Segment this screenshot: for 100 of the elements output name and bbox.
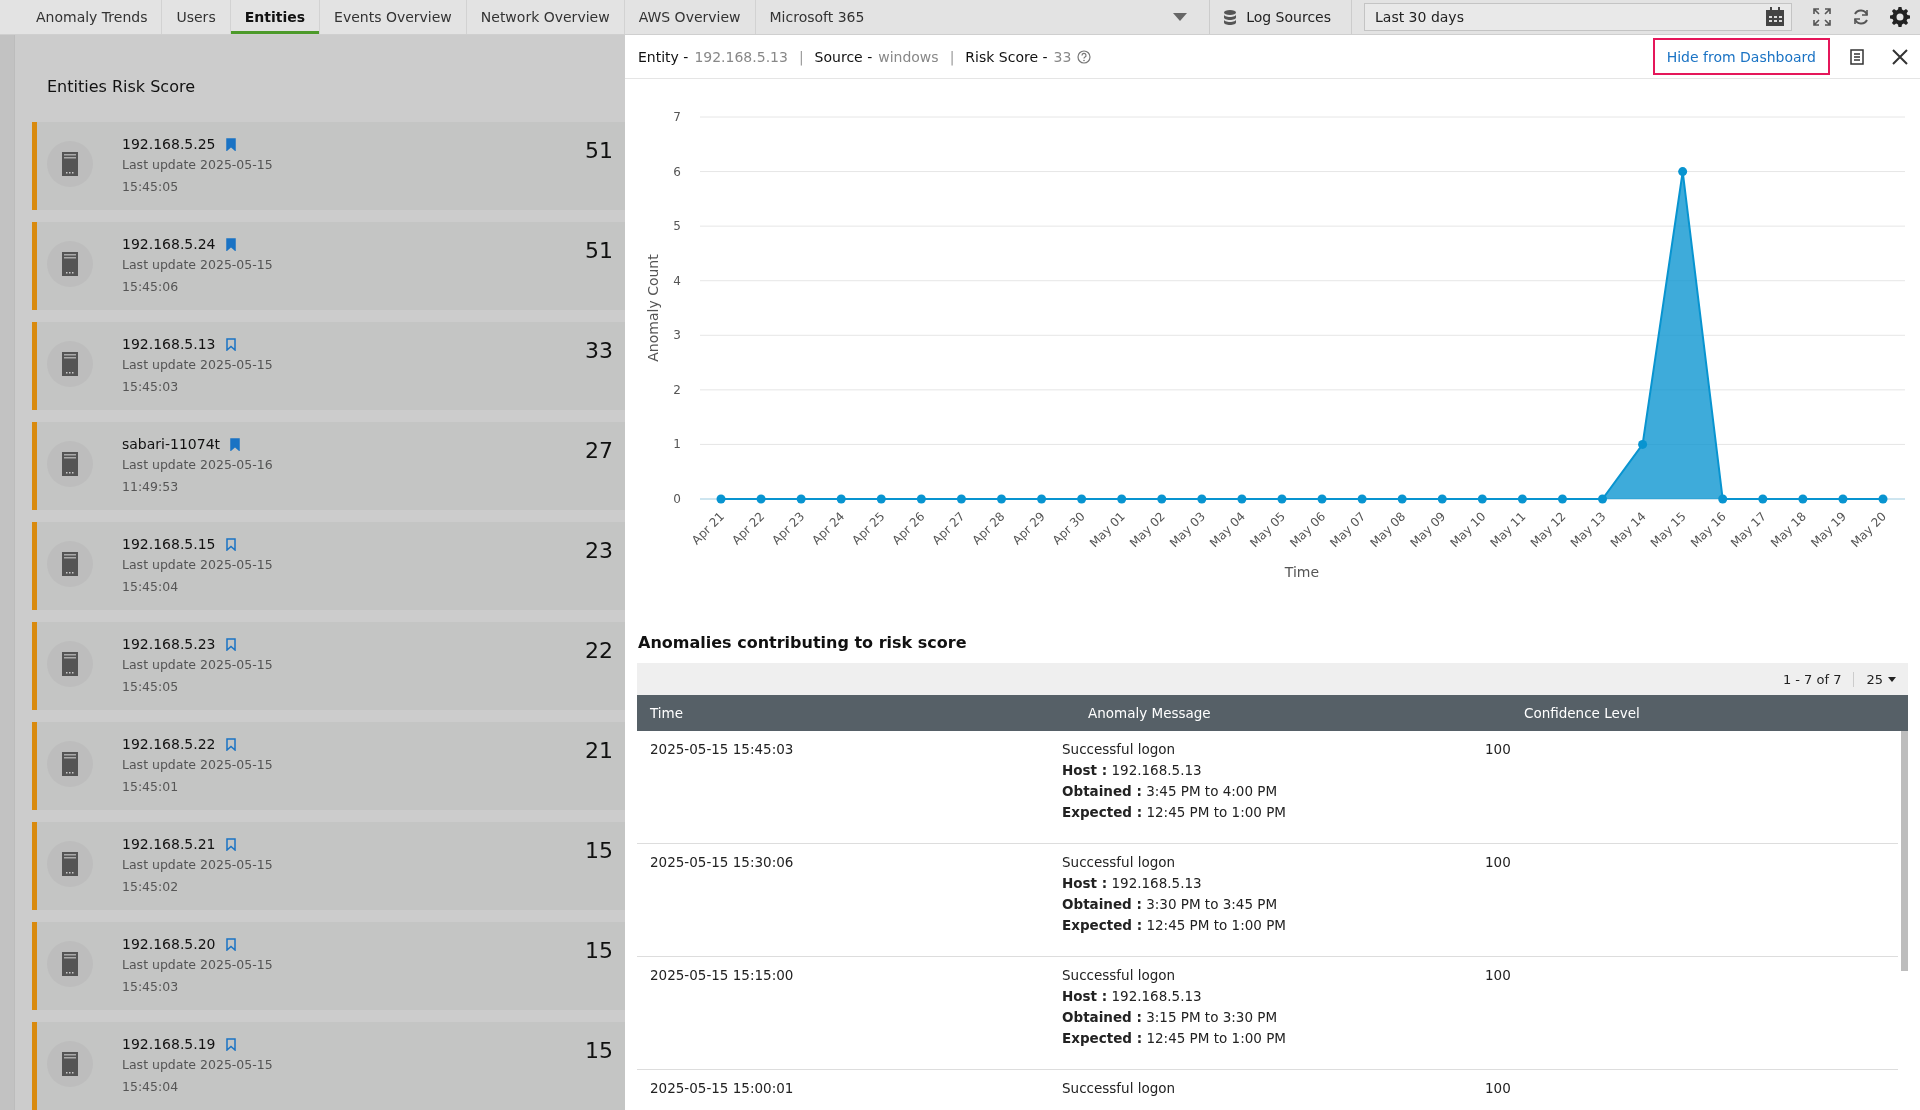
x-tick-label: Apr 28	[969, 509, 1008, 548]
database-icon	[1224, 9, 1237, 25]
entity-card[interactable]: 192.168.5.13 Last update 2025-05-15 15:45:03 33	[32, 322, 625, 410]
scrollbar[interactable]	[1901, 731, 1908, 971]
nav-tab[interactable]: Events Overview	[320, 0, 467, 34]
data-point	[1317, 494, 1327, 504]
close-icon[interactable]	[1892, 48, 1908, 65]
x-tick-label: Apr 27	[929, 509, 968, 548]
risk-score: 21	[585, 738, 613, 763]
entity-card[interactable]: 192.168.5.23 Last update 2025-05-15 15:45:05 22	[32, 622, 625, 710]
server-icon	[47, 541, 93, 587]
entity-card[interactable]: 192.168.5.22 Last update 2025-05-15 15:45:01 21	[32, 722, 625, 810]
bookmark-icon[interactable]	[225, 137, 236, 151]
entity-card[interactable]: sabari-11074t Last update 2025-05-16 11:49:53 27	[32, 422, 625, 510]
column-header[interactable]: Time	[637, 705, 1075, 721]
nav-tab[interactable]: AWS Overview	[624, 0, 756, 34]
nav-tab[interactable]: Network Overview	[466, 0, 625, 34]
x-tick-label: Apr 22	[729, 509, 768, 548]
last-update-time: 15:45:02	[122, 878, 180, 896]
help-icon[interactable]	[1077, 49, 1092, 64]
nav-tab[interactable]: Users	[162, 0, 231, 34]
last-update-text: Last update 2025-05-15	[122, 756, 273, 774]
y-axis-title: Anomaly Count	[645, 254, 661, 362]
last-update-time: 15:45:04	[122, 1078, 180, 1096]
data-point	[1638, 439, 1648, 449]
data-point	[1197, 494, 1207, 504]
nav-tab[interactable]: Anomaly Trends	[22, 0, 163, 34]
entity-name: 192.168.5.20	[122, 936, 216, 952]
bookmark-icon[interactable]	[225, 937, 236, 951]
x-tick-label: Apr 30	[1049, 509, 1088, 548]
nav-tab[interactable]: Microsoft 365	[755, 0, 879, 34]
anomaly-detail: Expected : 12:45 PM to 1:00 PM	[1062, 1030, 1287, 1046]
bookmark-icon[interactable]	[225, 237, 236, 251]
data-point	[956, 494, 966, 504]
entity-name: 192.168.5.15	[122, 536, 216, 552]
bookmark-icon[interactable]	[230, 437, 241, 451]
data-point	[1838, 494, 1848, 504]
fullscreen-icon[interactable]	[1812, 7, 1832, 27]
server-icon	[47, 741, 93, 787]
y-tick-label: 4	[673, 273, 681, 288]
bookmark-icon[interactable]	[225, 337, 236, 351]
entity-name: 192.168.5.24	[122, 236, 216, 252]
bookmark-icon[interactable]	[225, 637, 236, 651]
settings-icon[interactable]	[1890, 7, 1910, 27]
data-point	[876, 494, 886, 504]
entity-name: 192.168.5.13	[122, 336, 216, 352]
entity-card[interactable]: 192.168.5.15 Last update 2025-05-15 15:45:04 23	[32, 522, 625, 610]
server-icon	[47, 1041, 93, 1087]
column-header[interactable]: Confidence Level	[1511, 705, 1640, 721]
data-point	[1557, 494, 1567, 504]
bookmark-icon[interactable]	[225, 737, 236, 751]
refresh-icon[interactable]	[1852, 8, 1870, 26]
entity-card[interactable]: 192.168.5.24 Last update 2025-05-15 15:45:06 51	[32, 222, 625, 310]
header-label: Entity -	[638, 48, 689, 65]
bookmark-icon[interactable]	[225, 837, 236, 851]
last-update-text: Last update 2025-05-15	[122, 956, 273, 974]
data-point	[836, 494, 846, 504]
hide-from-dashboard-button[interactable]: Hide from Dashboard	[1652, 38, 1830, 75]
y-tick-label: 1	[673, 437, 681, 452]
bookmark-icon[interactable]	[225, 1037, 236, 1051]
last-update-text: Last update 2025-05-15	[122, 356, 273, 374]
risk-score: 15	[585, 938, 613, 963]
table-title: Anomalies contributing to risk score	[637, 632, 968, 654]
x-tick-label: Apr 21	[689, 509, 728, 548]
table-cell: 100	[1485, 967, 1511, 983]
last-update-text: Last update 2025-05-15	[122, 856, 273, 874]
entity-card[interactable]: 192.168.5.19 Last update 2025-05-15 15:45:04 15	[32, 1022, 625, 1110]
anomaly-detail: Host : 192.168.5.13	[1062, 988, 1203, 1004]
server-icon	[47, 341, 93, 387]
server-icon	[47, 141, 93, 187]
document-icon[interactable]	[1850, 48, 1864, 65]
risk-score: 23	[585, 538, 613, 563]
entity-name: 192.168.5.21	[122, 836, 216, 852]
data-point	[1037, 494, 1047, 504]
page-size-dropdown[interactable]: 25	[1854, 671, 1908, 687]
log-sources-button[interactable]: Log Sources	[1209, 0, 1352, 34]
x-tick-label: Apr 26	[889, 509, 928, 548]
anomaly-detail: Expected : 12:45 PM to 1:00 PM	[1062, 804, 1287, 820]
data-point	[1517, 494, 1527, 504]
nav-tab[interactable]: Entities	[230, 0, 321, 34]
bookmark-icon[interactable]	[225, 537, 236, 551]
x-tick-label: Apr 29	[1009, 509, 1048, 548]
entity-name: sabari-11074t	[122, 436, 221, 452]
calendar-icon[interactable]	[1765, 7, 1785, 27]
pager-range: 1 - 7 of 7	[1782, 671, 1855, 687]
entity-card[interactable]: 192.168.5.20 Last update 2025-05-15 15:45:03 15	[32, 922, 625, 1010]
separator: |	[949, 48, 955, 65]
table-cell: 2025-05-15 15:30:06	[650, 854, 794, 870]
caret-icon[interactable]	[1171, 13, 1190, 21]
y-tick-label: 3	[673, 328, 681, 343]
data-point	[1437, 494, 1447, 504]
entity-card[interactable]: 192.168.5.25 Last update 2025-05-15 15:45:05 51	[32, 122, 625, 210]
column-header[interactable]: Anomaly Message	[1075, 705, 1511, 721]
entity-card[interactable]: 192.168.5.21 Last update 2025-05-15 15:45:02 15	[32, 822, 625, 910]
date-range-field[interactable]: Last 30 days	[1364, 3, 1792, 31]
header-value: 33	[1053, 48, 1072, 65]
data-point	[1077, 494, 1087, 504]
last-update-time: 15:45:04	[122, 578, 180, 596]
anomaly-detail: Host : 192.168.5.13	[1062, 875, 1203, 891]
server-icon	[47, 441, 93, 487]
